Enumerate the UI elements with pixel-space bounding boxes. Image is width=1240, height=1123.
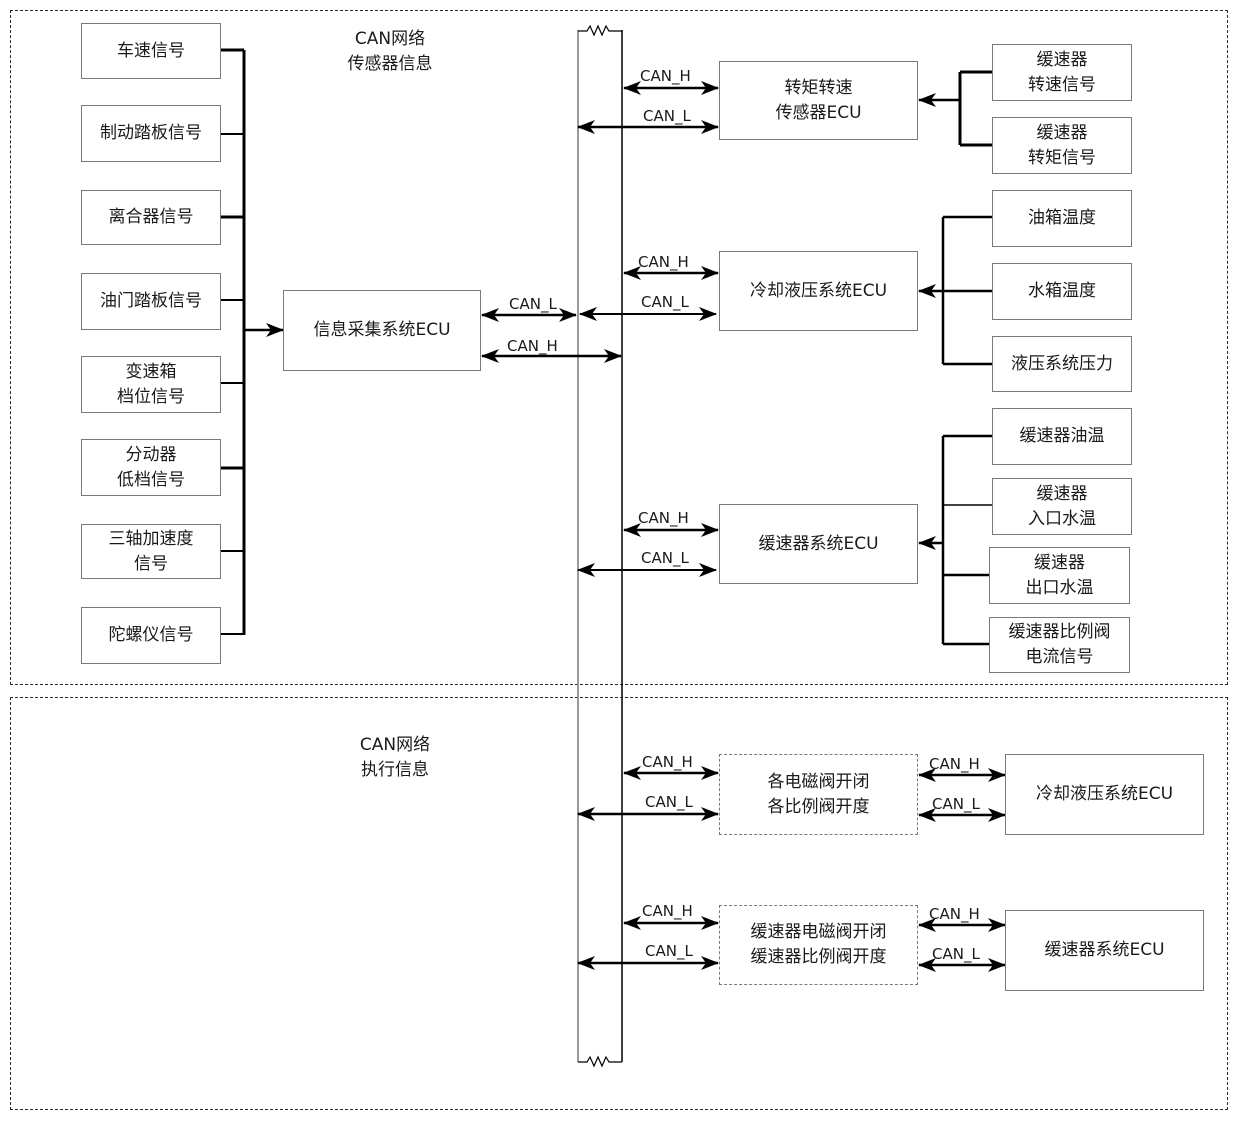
signal-hydraulic-pressure: 液压系统压力: [992, 336, 1132, 392]
input-brake-pedal: 制动踏板信号: [81, 105, 221, 162]
input-gyroscope: 陀螺仪信号: [81, 607, 221, 664]
act2-right-can-h-label: CAN_H: [929, 905, 980, 923]
signal-retarder-outlet-water-temp: 缓速器 出口水温: [989, 547, 1130, 604]
act1-right-can-h-label: CAN_H: [929, 755, 980, 773]
input-trunk: [220, 48, 284, 635]
act1-left-can-h-label: CAN_H: [642, 753, 693, 771]
act1-command: 各电磁阀开闭 各比例阀开度: [719, 754, 918, 835]
sensor-tree-2: [918, 215, 993, 366]
sensor-section-title: CAN网络 传感器信息: [347, 29, 433, 74]
act2-left-can-h-label: CAN_H: [642, 902, 693, 920]
signal-water-tank-temp: 水箱温度: [992, 263, 1132, 320]
act1-cooling-hydraulic-ecu: 冷却液压系统ECU: [1005, 754, 1204, 835]
sensor-tree-3: [918, 434, 993, 646]
input-vehicle-speed: 车速信号: [81, 23, 221, 79]
signal-retarder-torque: 缓速器 转矩信号: [992, 117, 1132, 174]
act2-retarder-system-ecu: 缓速器系统ECU: [1005, 910, 1204, 991]
signal-oil-tank-temp: 油箱温度: [992, 190, 1132, 247]
torque-speed-sensor-ecu: 转矩转速 传感器ECU: [719, 61, 918, 140]
collector-can-h-label: CAN_H: [507, 337, 558, 355]
signal-retarder-speed: 缓速器 转速信号: [992, 44, 1132, 101]
terminating-resistor-bottom: [578, 1055, 622, 1068]
act2-command: 缓速器电磁阀开闭 缓速器比例阀开度: [719, 905, 918, 985]
input-transfer-case-low: 分动器 低档信号: [81, 439, 221, 496]
sensor-tree-1: [918, 70, 993, 147]
can-bus: [577, 24, 623, 1068]
signal-retarder-inlet-water-temp: 缓速器 入口水温: [992, 478, 1132, 535]
terminating-resistor-top: [578, 24, 622, 37]
collector-ecu: 信息采集系统ECU: [283, 290, 481, 371]
act2-right-can-l-label: CAN_L: [932, 945, 980, 963]
ecu3-can-h-label: CAN_H: [638, 509, 689, 527]
input-triaxial-acceleration: 三轴加速度 信号: [81, 524, 221, 579]
ecu1-links: [577, 81, 719, 577]
act1-right-can-l-label: CAN_L: [932, 795, 980, 813]
collector-can-l-label: CAN_L: [509, 295, 557, 313]
ecu1-can-h-label: CAN_H: [640, 67, 691, 85]
act1-left-can-l-label: CAN_L: [645, 793, 693, 811]
ecu2-can-h-label: CAN_H: [638, 253, 689, 271]
retarder-system-ecu: 缓速器系统ECU: [719, 504, 918, 584]
input-gearbox-position: 变速箱 档位信号: [81, 356, 221, 413]
ecu3-can-l-label: CAN_L: [641, 549, 689, 567]
signal-retarder-proportional-valve-current: 缓速器比例阀 电流信号: [989, 617, 1130, 673]
cooling-hydraulic-ecu: 冷却液压系统ECU: [719, 251, 918, 331]
signal-retarder-oil-temp: 缓速器油温: [992, 408, 1132, 465]
input-clutch: 离合器信号: [81, 190, 221, 245]
act2-left-can-l-label: CAN_L: [645, 942, 693, 960]
actuator-section-title: CAN网络 执行信息: [359, 735, 431, 780]
input-throttle-pedal: 油门踏板信号: [81, 273, 221, 330]
ecu1-can-l-label: CAN_L: [643, 107, 691, 125]
ecu2-can-l-label: CAN_L: [641, 293, 689, 311]
